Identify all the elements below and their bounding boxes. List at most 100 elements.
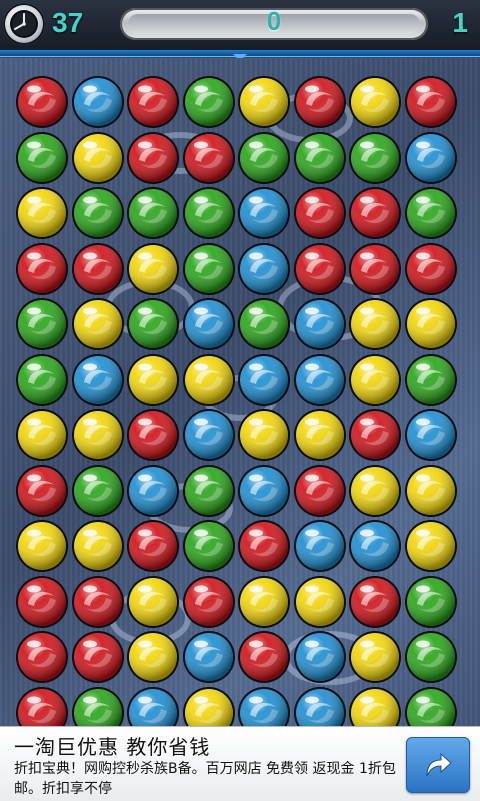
red-ball[interactable] [125,407,181,463]
red-ball[interactable] [292,463,348,519]
yellow-ball[interactable] [347,629,403,685]
blue-ball[interactable] [403,407,459,463]
blue-ball[interactable] [125,463,181,519]
red-ball[interactable] [14,574,70,630]
yellow-ball[interactable] [125,629,181,685]
green-ball[interactable] [14,352,70,408]
ad-title[interactable]: 一淘巨优惠 教你省钱 [14,731,210,760]
green-ball[interactable] [403,629,459,685]
red-ball[interactable] [125,518,181,574]
green-ball[interactable] [347,130,403,186]
yellow-ball[interactable] [70,518,126,574]
yellow-ball[interactable] [403,518,459,574]
ad-body-text[interactable]: 折扣宝典！网购控秒杀族B备。百万网店 免费领 返现金 1折包邮。折扣享不停 [14,759,404,799]
yellow-ball[interactable] [236,574,292,630]
blue-ball[interactable] [236,685,292,727]
blue-ball[interactable] [292,629,348,685]
blue-ball[interactable] [347,518,403,574]
yellow-ball[interactable] [70,130,126,186]
blue-ball[interactable] [236,463,292,519]
red-ball[interactable] [181,574,237,630]
blue-ball[interactable] [70,352,126,408]
blue-ball[interactable] [125,685,181,727]
green-ball[interactable] [70,463,126,519]
yellow-ball[interactable] [347,685,403,727]
blue-ball[interactable] [292,296,348,352]
red-ball[interactable] [14,629,70,685]
blue-ball[interactable] [292,685,348,727]
green-ball[interactable] [181,518,237,574]
yellow-ball[interactable] [70,296,126,352]
red-ball[interactable] [125,74,181,130]
yellow-ball[interactable] [403,463,459,519]
game-board[interactable] [0,58,480,726]
yellow-ball[interactable] [70,407,126,463]
blue-ball[interactable] [181,629,237,685]
green-ball[interactable] [70,185,126,241]
green-ball[interactable] [14,296,70,352]
green-ball[interactable] [236,130,292,186]
red-ball[interactable] [181,130,237,186]
yellow-ball[interactable] [14,518,70,574]
yellow-ball[interactable] [347,296,403,352]
green-ball[interactable] [70,685,126,727]
red-ball[interactable] [347,407,403,463]
red-ball[interactable] [14,463,70,519]
red-ball[interactable] [70,241,126,297]
green-ball[interactable] [236,296,292,352]
blue-ball[interactable] [292,352,348,408]
yellow-ball[interactable] [125,352,181,408]
blue-ball[interactable] [236,352,292,408]
ad-banner[interactable]: 一淘巨优惠 教你省钱 折扣宝典！网购控秒杀族B备。百万网店 免费领 返现金 1折… [0,726,480,801]
blue-ball[interactable] [292,518,348,574]
red-ball[interactable] [236,629,292,685]
yellow-ball[interactable] [236,407,292,463]
yellow-ball[interactable] [181,685,237,727]
yellow-ball[interactable] [347,74,403,130]
red-ball[interactable] [236,518,292,574]
blue-ball[interactable] [181,296,237,352]
blue-ball[interactable] [236,185,292,241]
red-ball[interactable] [347,185,403,241]
red-ball[interactable] [292,185,348,241]
green-ball[interactable] [125,185,181,241]
green-ball[interactable] [403,685,459,727]
red-ball[interactable] [292,241,348,297]
red-ball[interactable] [125,130,181,186]
green-ball[interactable] [292,130,348,186]
green-ball[interactable] [403,574,459,630]
red-ball[interactable] [70,574,126,630]
yellow-ball[interactable] [292,407,348,463]
green-ball[interactable] [181,241,237,297]
red-ball[interactable] [403,74,459,130]
green-ball[interactable] [181,74,237,130]
red-ball[interactable] [14,685,70,727]
red-ball[interactable] [292,74,348,130]
blue-ball[interactable] [70,74,126,130]
blue-ball[interactable] [181,407,237,463]
yellow-ball[interactable] [14,407,70,463]
red-ball[interactable] [403,241,459,297]
red-ball[interactable] [70,629,126,685]
green-ball[interactable] [181,185,237,241]
ad-open-button[interactable] [406,737,470,793]
green-ball[interactable] [403,185,459,241]
green-ball[interactable] [181,463,237,519]
blue-ball[interactable] [403,130,459,186]
red-ball[interactable] [347,574,403,630]
red-ball[interactable] [347,241,403,297]
yellow-ball[interactable] [403,296,459,352]
yellow-ball[interactable] [347,463,403,519]
yellow-ball[interactable] [181,352,237,408]
yellow-ball[interactable] [292,574,348,630]
green-ball[interactable] [403,352,459,408]
yellow-ball[interactable] [347,352,403,408]
red-ball[interactable] [14,241,70,297]
green-ball[interactable] [14,130,70,186]
yellow-ball[interactable] [125,241,181,297]
blue-ball[interactable] [236,241,292,297]
green-ball[interactable] [125,296,181,352]
yellow-ball[interactable] [14,185,70,241]
red-ball[interactable] [14,74,70,130]
yellow-ball[interactable] [236,74,292,130]
